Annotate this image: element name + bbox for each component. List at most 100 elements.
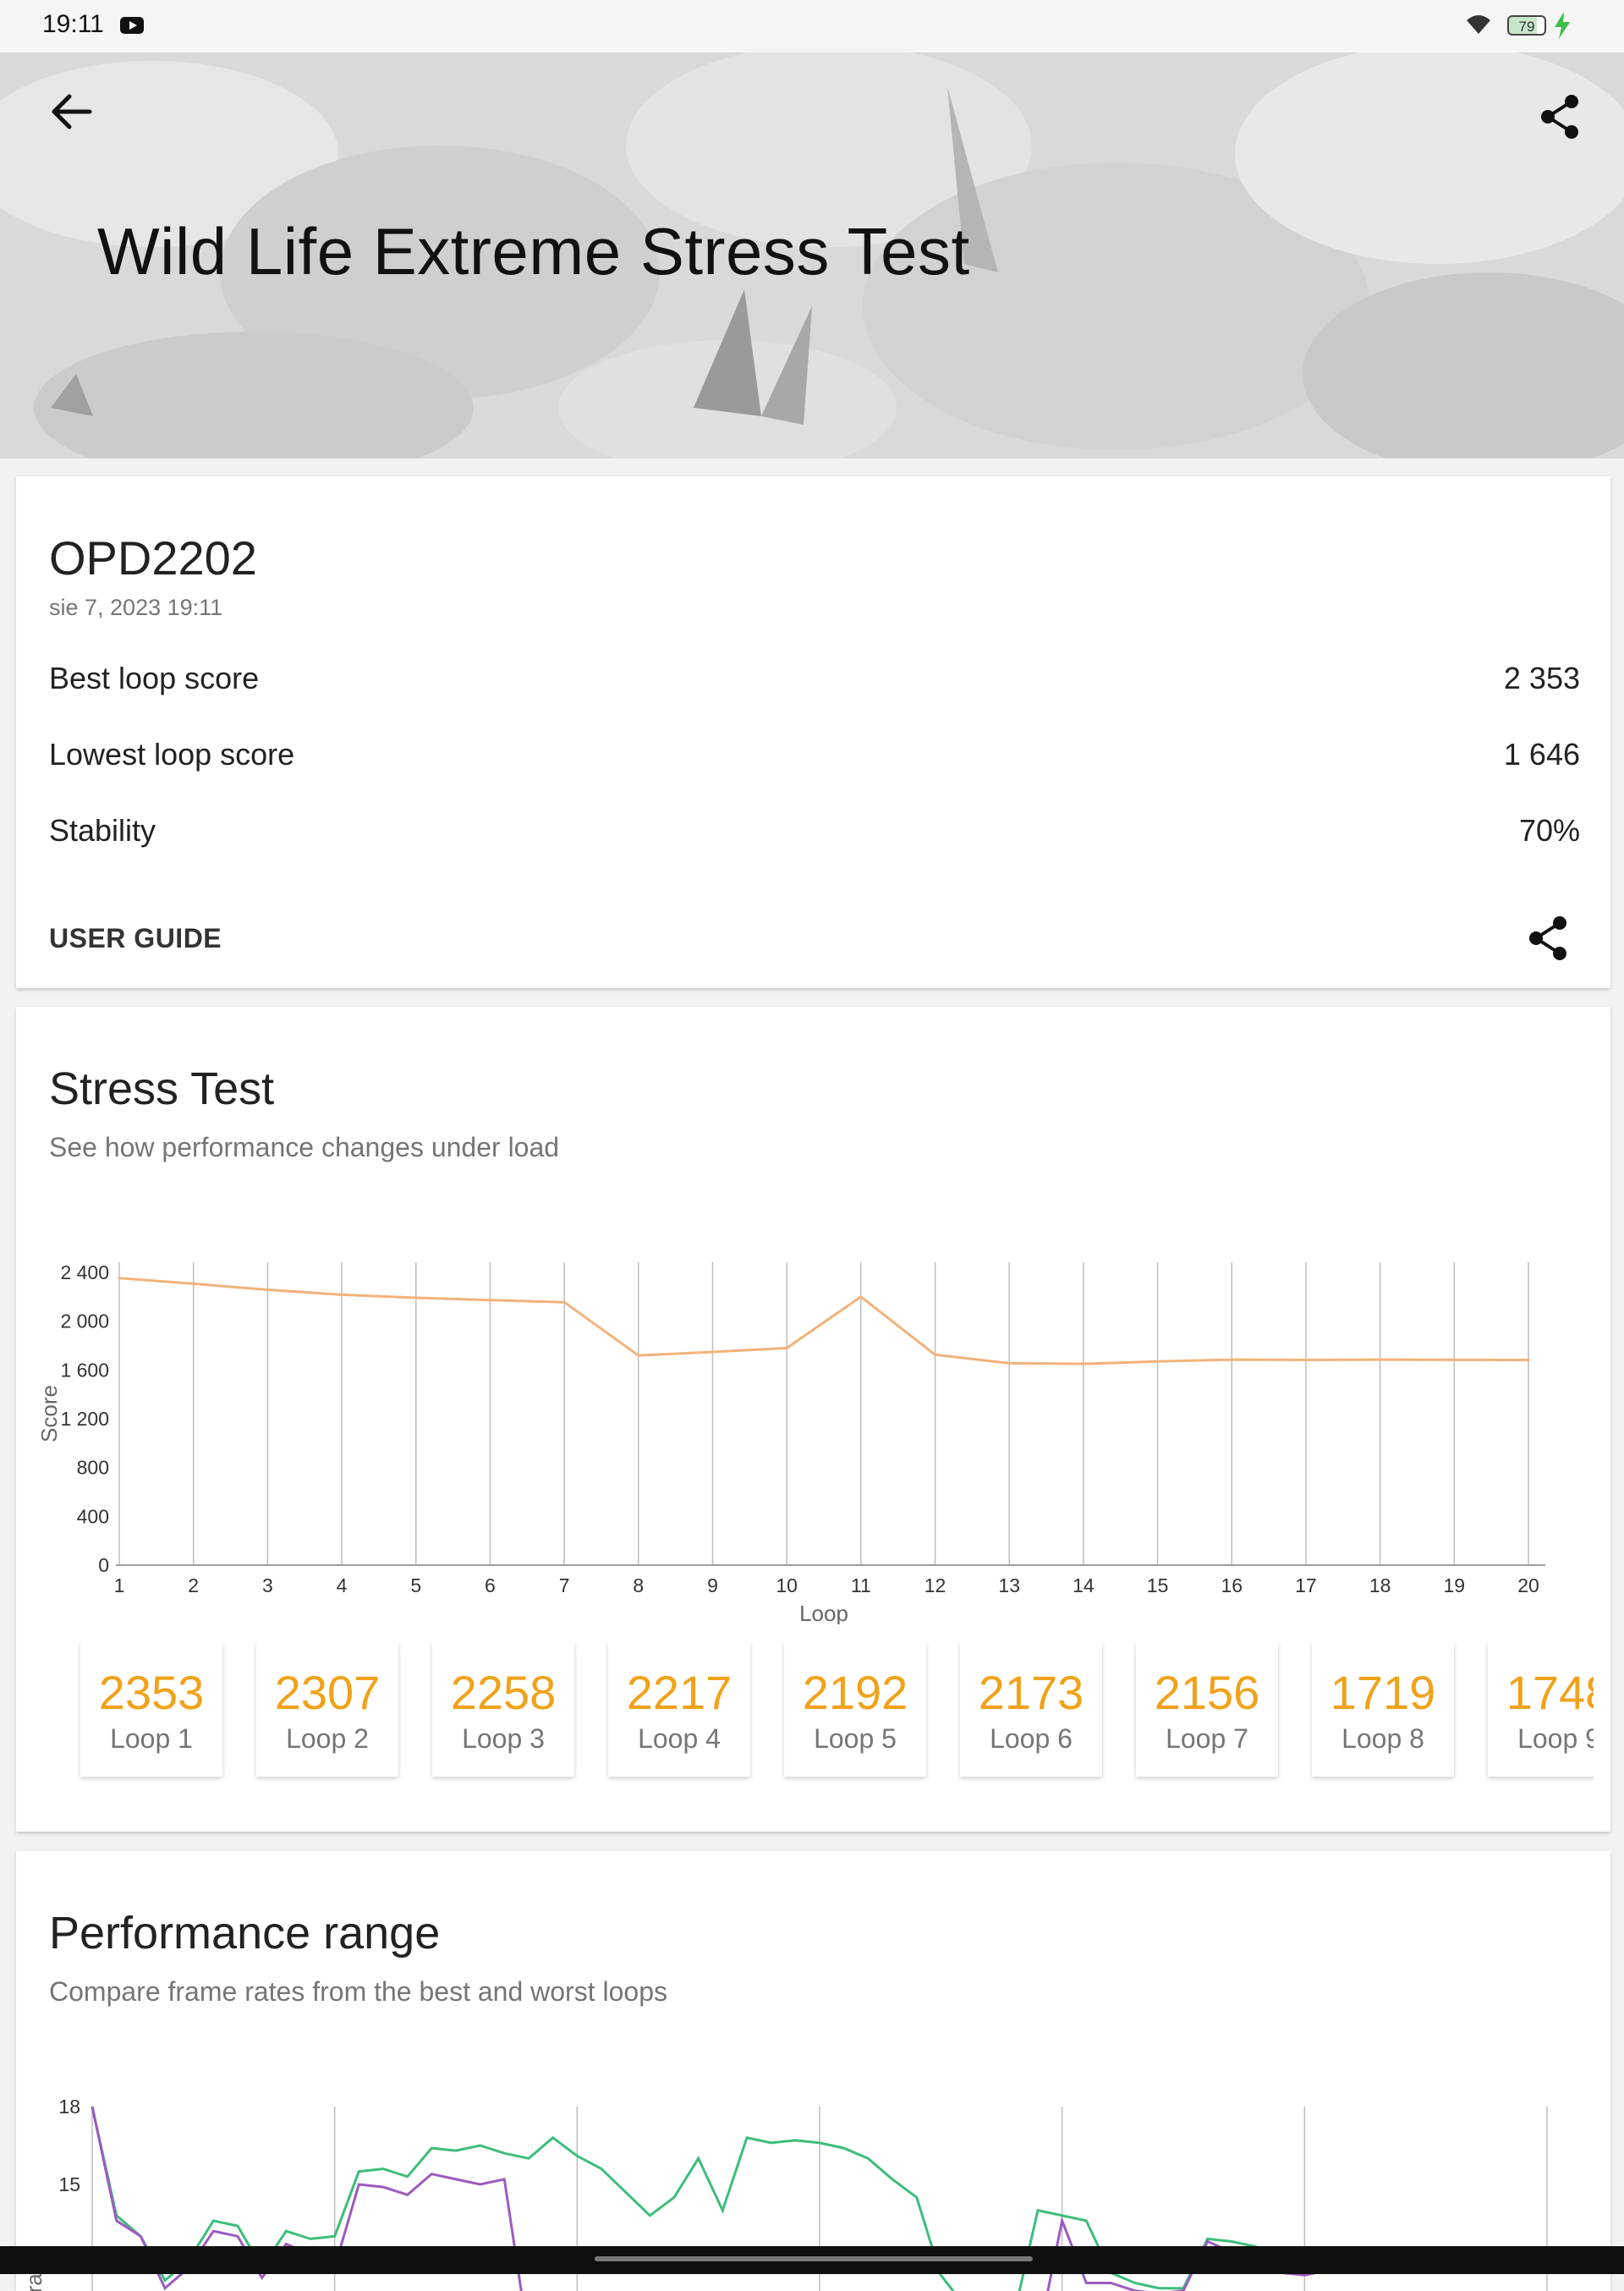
loop-label: Loop 4 xyxy=(638,1723,721,1754)
loop-score: 2217 xyxy=(626,1666,732,1719)
loop-label: Loop 5 xyxy=(814,1723,897,1754)
loop-score: 2258 xyxy=(450,1666,557,1719)
score-point xyxy=(562,1300,566,1304)
loop-card[interactable]: 2173 Loop 6 xyxy=(960,1643,1102,1777)
stress-test-title: Stress Test xyxy=(49,1063,275,1114)
x-tick-label: 7 xyxy=(559,1574,570,1596)
score-point xyxy=(1379,1358,1382,1361)
score-series-line xyxy=(118,1277,1529,1365)
result-summary-card: OPD2202 sie 7, 2023 19:11 Best loop scor… xyxy=(16,476,1610,988)
x-tick-label: 16 xyxy=(1221,1574,1243,1596)
y-tick-label: 1 200 xyxy=(60,1408,109,1430)
page-title: Wild Life Extreme Stress Test xyxy=(97,214,970,288)
x-tick-label: 5 xyxy=(410,1574,421,1596)
x-tick-label: 14 xyxy=(1073,1574,1095,1596)
y-tick-label: 2 400 xyxy=(60,1261,109,1283)
x-tick-label: 10 xyxy=(776,1574,798,1596)
x-tick-label: 8 xyxy=(633,1574,644,1596)
performance-range-subtitle: Compare frame rates from the best and wo… xyxy=(49,1976,667,2007)
best-loop-row: Best loop score 2 353 xyxy=(49,661,1580,696)
loop-score: 2353 xyxy=(98,1666,205,1719)
x-tick-label: 2 xyxy=(188,1574,199,1596)
user-guide-link[interactable]: USER GUIDE xyxy=(49,923,222,954)
loop-card[interactable]: 2258 Loop 3 xyxy=(432,1643,574,1777)
loop-score: 2307 xyxy=(274,1666,381,1719)
status-time: 19:11 xyxy=(42,10,104,38)
home-gesture-handle[interactable] xyxy=(595,2256,1033,2261)
stress-test-subtitle: See how performance changes under load xyxy=(49,1132,560,1162)
wifi-icon xyxy=(1467,15,1490,34)
header-banner: Wild Life Extreme Stress Test xyxy=(0,52,1624,459)
score-point xyxy=(1527,1359,1530,1362)
stress-test-card: Stress Test See how performance changes … xyxy=(16,1007,1610,1832)
loop-label: Loop 6 xyxy=(990,1723,1073,1754)
score-point xyxy=(710,1350,714,1354)
loop-card[interactable]: 2156 Loop 7 xyxy=(1136,1643,1278,1777)
loop-label: Loop 9 xyxy=(1517,1723,1594,1754)
x-tick-label: 13 xyxy=(998,1574,1020,1596)
best-loop-value: 2 353 xyxy=(1503,661,1580,695)
battery-icon: 79 xyxy=(1507,15,1546,36)
stability-row: Stability 70% xyxy=(49,813,1580,849)
youtube-icon xyxy=(120,17,144,34)
loop-card[interactable]: 2192 Loop 5 xyxy=(784,1643,926,1777)
y-axis-title: Score xyxy=(36,1385,62,1442)
x-tick-label: 20 xyxy=(1517,1574,1539,1596)
score-point xyxy=(1230,1358,1233,1361)
x-tick-label: 3 xyxy=(262,1574,273,1596)
status-bar: 19:11 79 xyxy=(0,0,1624,52)
loop-scores-strip[interactable]: 2353 Loop 1 2307 Loop 2 2258 Loop 3 2217 Loo… xyxy=(54,1643,1594,1795)
loop-score: 1748 xyxy=(1506,1666,1594,1719)
score-point xyxy=(637,1354,640,1357)
back-arrow-icon[interactable] xyxy=(49,93,93,130)
score-point xyxy=(1452,1358,1456,1361)
x-tick-label: 1 xyxy=(114,1574,125,1596)
loop-label: Loop 8 xyxy=(1341,1723,1424,1754)
loop-card[interactable]: 2217 Loop 4 xyxy=(608,1643,750,1777)
best-loop-label: Best loop score xyxy=(49,661,260,695)
loop-score: 2156 xyxy=(1154,1666,1260,1719)
loop-score: 1719 xyxy=(1330,1666,1436,1719)
score-point xyxy=(1082,1362,1085,1365)
loop-card[interactable]: 1748 Loop 9 xyxy=(1488,1643,1594,1777)
x-tick-label: 17 xyxy=(1295,1574,1317,1596)
score-point xyxy=(414,1296,418,1299)
stability-value: 70% xyxy=(1518,813,1580,848)
stability-label: Stability xyxy=(49,813,156,848)
loop-score: 2173 xyxy=(978,1666,1084,1719)
loop-card[interactable]: 2307 Loop 2 xyxy=(256,1643,398,1777)
share-icon[interactable] xyxy=(1538,93,1582,140)
charging-icon xyxy=(1555,12,1570,39)
score-point xyxy=(1007,1361,1011,1365)
y-tick-label: 2 000 xyxy=(60,1310,109,1332)
x-tick-label: 18 xyxy=(1369,1574,1391,1596)
loop-label: Loop 3 xyxy=(462,1723,545,1754)
y-tick-label: 400 xyxy=(77,1505,109,1527)
share-icon[interactable] xyxy=(1526,915,1570,962)
loop-card[interactable]: 1719 Loop 8 xyxy=(1312,1643,1454,1777)
loop-label: Loop 7 xyxy=(1166,1723,1248,1754)
score-point xyxy=(118,1277,121,1280)
stress-test-chart: 1 2 3 4 5 6 7 8 9 10 11 12 13 14 15 16 17 18 19 2004008001 … xyxy=(36,1261,1545,1624)
loop-label: Loop 1 xyxy=(110,1723,193,1754)
y-tick-label: 18 xyxy=(58,2096,80,2118)
score-point xyxy=(340,1293,343,1296)
score-point xyxy=(192,1282,195,1285)
loop-label: Loop 2 xyxy=(286,1723,369,1754)
x-tick-label: 19 xyxy=(1444,1574,1466,1596)
y-tick-label: 1 600 xyxy=(60,1359,109,1381)
lowest-loop-row: Lowest loop score 1 646 xyxy=(49,737,1580,772)
loop-score: 2192 xyxy=(802,1666,908,1719)
x-tick-label: 4 xyxy=(337,1574,348,1596)
y-tick-label: 800 xyxy=(77,1457,109,1479)
score-point xyxy=(859,1295,863,1299)
navigation-bar xyxy=(0,2246,1624,2274)
score-point xyxy=(785,1346,788,1349)
x-tick-label: 6 xyxy=(485,1574,496,1596)
score-point xyxy=(1156,1360,1160,1363)
lowest-loop-value: 1 646 xyxy=(1503,737,1580,772)
x-axis-title: Loop xyxy=(799,1601,848,1624)
y-tick-label: 15 xyxy=(58,2173,80,2195)
loop-card[interactable]: 2353 Loop 1 xyxy=(80,1643,222,1777)
x-tick-label: 9 xyxy=(707,1574,718,1596)
